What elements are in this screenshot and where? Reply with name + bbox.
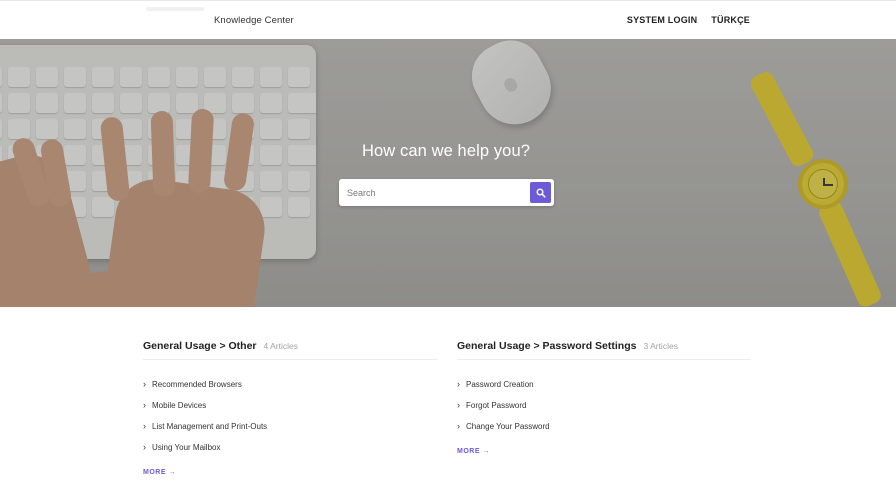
chevron-right-icon: › (457, 400, 460, 410)
logo[interactable] (146, 7, 204, 11)
article-list: › Password Creation › Forgot Password › Cha… (457, 374, 751, 437)
search-input[interactable] (347, 184, 527, 201)
chevron-right-icon: › (457, 421, 460, 431)
category-title[interactable]: General Usage > Password Settings (457, 340, 636, 352)
article-title: Mobile Devices (152, 401, 207, 410)
category-title[interactable]: General Usage > Other (143, 340, 257, 352)
hero-overlay (0, 39, 896, 307)
top-navigation-bar: Knowledge Center SYSTEM LOGIN TÜRKÇE (0, 0, 896, 39)
article-link[interactable]: › List Management and Print-Outs (143, 416, 437, 437)
more-link[interactable]: MORE → (143, 469, 176, 476)
category-password-settings: General Usage > Password Settings 3 Arti… (457, 340, 751, 458)
chevron-right-icon: › (143, 379, 146, 389)
system-login-link[interactable]: SYSTEM LOGIN (627, 15, 697, 25)
chevron-right-icon: › (143, 400, 146, 410)
hero-title: How can we help you? (361, 142, 530, 160)
article-title: Using Your Mailbox (152, 443, 221, 452)
header-nav: SYSTEM LOGIN TÜRKÇE (627, 15, 750, 25)
search-button[interactable] (530, 182, 551, 203)
article-count: 4 Articles (263, 341, 299, 351)
search-icon (536, 188, 546, 198)
article-link[interactable]: › Mobile Devices (143, 395, 437, 416)
search-box (339, 179, 554, 206)
article-count: 3 Articles (643, 341, 678, 351)
chevron-right-icon: › (457, 379, 460, 389)
more-link[interactable]: MORE → (457, 448, 490, 455)
article-link[interactable]: › Using Your Mailbox (143, 437, 437, 458)
article-link[interactable]: › Forgot Password (457, 395, 751, 416)
article-link[interactable]: › Password Creation (457, 374, 751, 395)
article-title: List Management and Print-Outs (152, 422, 268, 431)
article-title: Recommended Browsers (152, 380, 242, 389)
article-link[interactable]: › Change Your Password (457, 416, 751, 437)
category-header: General Usage > Password Settings 3 Arti… (457, 340, 751, 360)
article-title: Password Creation (466, 380, 534, 389)
brand-title[interactable]: Knowledge Center (214, 15, 294, 26)
chevron-right-icon: › (143, 442, 146, 452)
article-title: Forgot Password (466, 401, 527, 410)
hero-banner: How can we help you? (0, 39, 896, 307)
language-switch-link[interactable]: TÜRKÇE (711, 15, 750, 25)
category-header: General Usage > Other 4 Articles (143, 340, 437, 360)
article-link[interactable]: › Recommended Browsers (143, 374, 437, 395)
article-title: Change Your Password (466, 422, 550, 431)
article-list: › Recommended Browsers › Mobile Devices › L… (143, 374, 437, 458)
category-general-usage-other: General Usage > Other 4 Articles › Recomm… (143, 340, 437, 479)
chevron-right-icon: › (143, 421, 146, 431)
